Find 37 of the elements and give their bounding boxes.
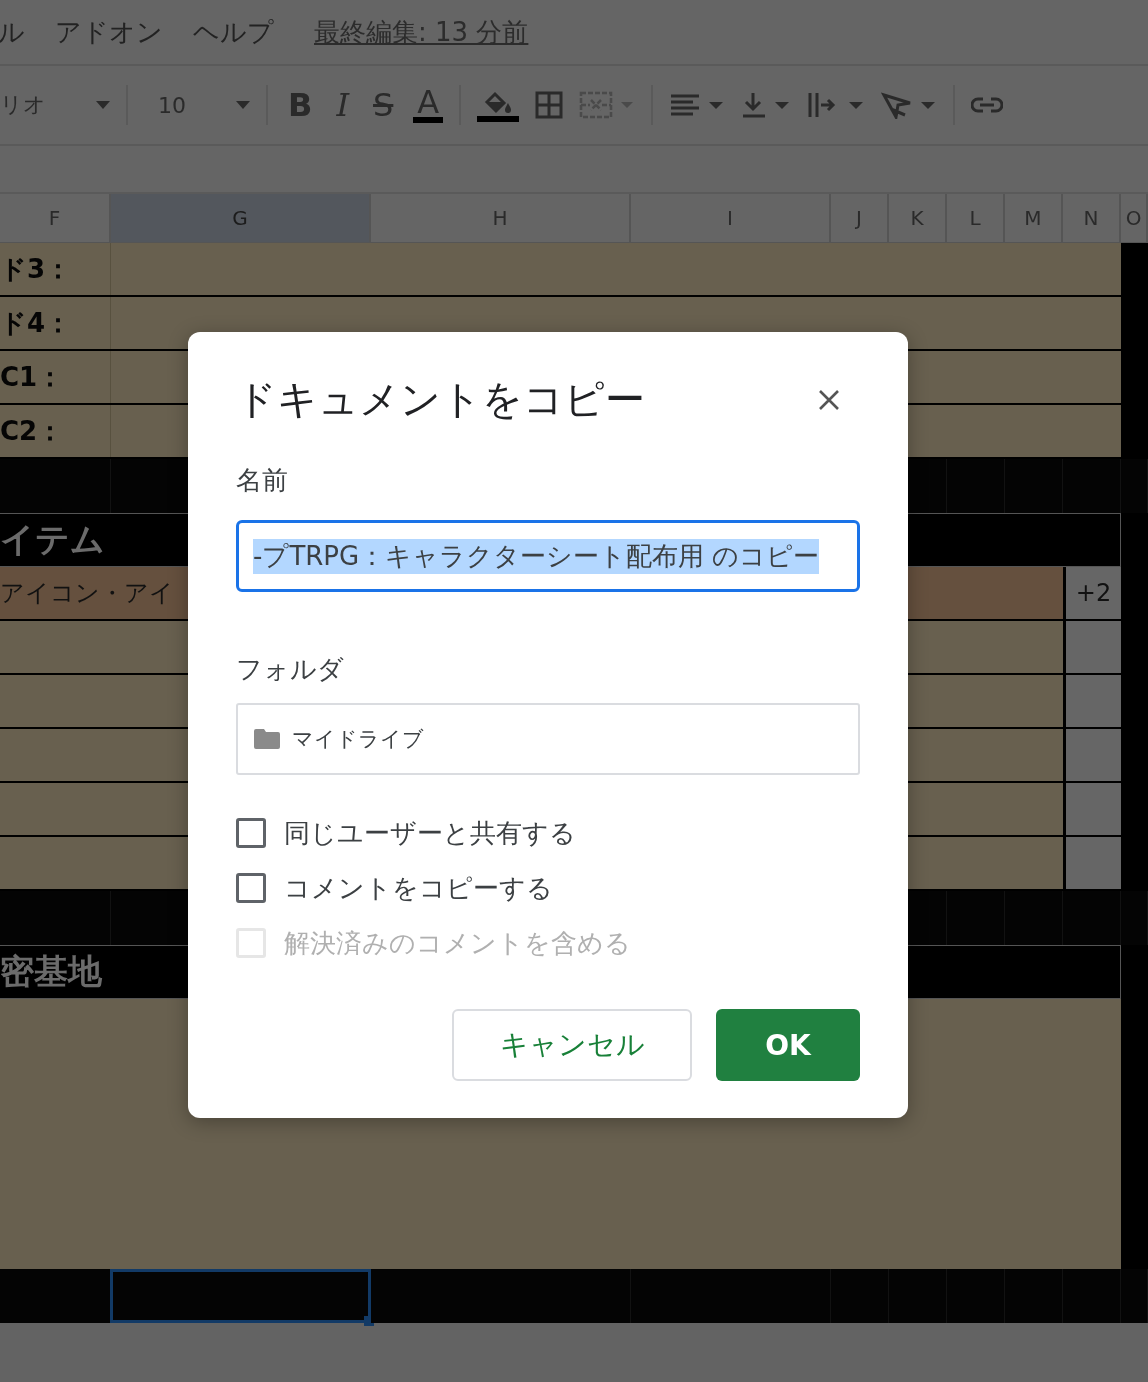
selected-cell[interactable] [110, 1269, 371, 1323]
dialog-title: ドキュメントをコピー [236, 375, 645, 424]
merge-cells-icon [579, 91, 636, 119]
folder-name: マイドライブ [292, 726, 424, 753]
checkbox-label: 同じユーザーと共有する [284, 816, 576, 850]
checkbox[interactable] [236, 818, 266, 848]
close-icon[interactable] [818, 388, 840, 411]
table-cell: ド4： [0, 297, 111, 349]
menu-item[interactable]: アドオン [55, 14, 163, 50]
menu-item[interactable]: ヘルプ [193, 14, 274, 50]
folder-field[interactable]: マイドライブ [236, 703, 860, 775]
checkbox-label: コメントをコピーする [284, 871, 553, 905]
name-field[interactable]: -プTRPG：キャラクターシート配布用 のコピー [236, 520, 860, 592]
folder-icon [254, 729, 280, 749]
caret-icon [96, 101, 110, 109]
caret-icon [236, 101, 250, 109]
font-size-dropdown[interactable]: 10 [158, 92, 226, 118]
column-header[interactable]: G [111, 194, 371, 242]
ok-button[interactable]: OK [716, 1009, 860, 1081]
color-button[interactable]: A [413, 87, 444, 123]
table-cell: ド3： [0, 243, 111, 295]
font-dropdown[interactable]: リオ [0, 90, 86, 120]
folder-label: フォルダ [236, 653, 344, 686]
strike-button[interactable]: S [369, 86, 398, 124]
bold-button[interactable]: B [284, 86, 317, 124]
last-edit-link[interactable]: 最終編集: 13 分前 [314, 14, 529, 50]
borders-icon [535, 91, 564, 119]
table-cell: C1： [0, 351, 111, 403]
text-wrap-icon [807, 91, 866, 119]
link-icon [971, 96, 1004, 114]
vertical-align-icon [741, 91, 792, 119]
name-label: 名前 [236, 464, 288, 497]
text-rotation-icon [881, 91, 938, 119]
italic-button[interactable]: I [332, 86, 354, 124]
table-cell: C2： [0, 405, 111, 457]
cancel-button[interactable]: キャンセル [452, 1009, 692, 1081]
checkbox[interactable] [236, 873, 266, 903]
